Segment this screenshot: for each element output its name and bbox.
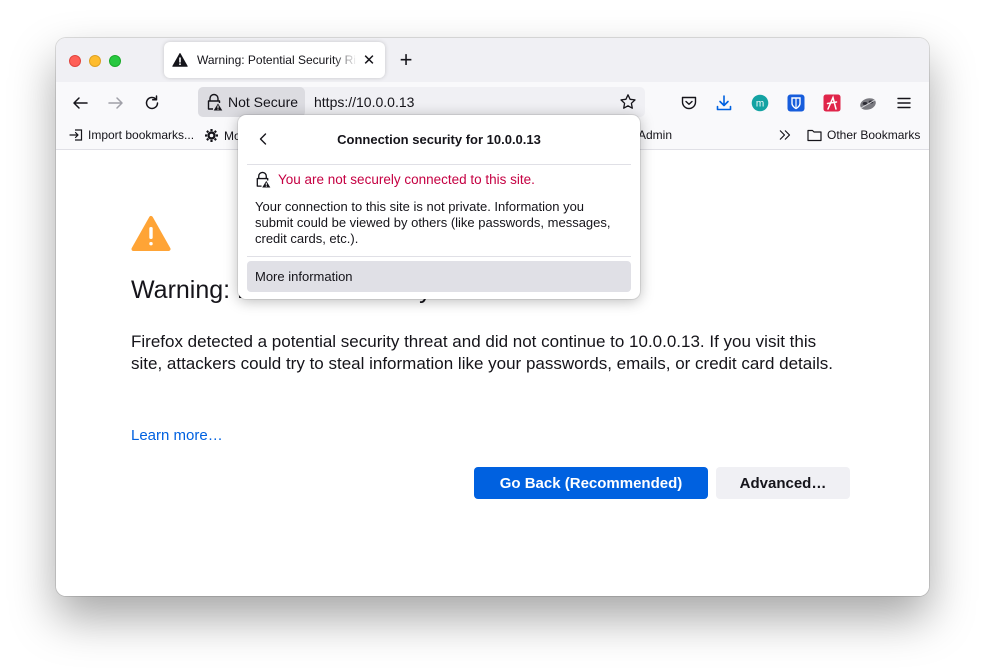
panel-header: Connection security for 10.0.0.13 xyxy=(238,115,640,164)
not-secure-label: Not Secure xyxy=(228,94,299,110)
star-icon[interactable] xyxy=(619,93,637,111)
plus-icon[interactable]: + xyxy=(396,49,416,71)
reload-icon[interactable] xyxy=(141,92,163,114)
chevron-double-right-icon[interactable] xyxy=(778,128,797,142)
url-text[interactable]: https://10.0.0.13 xyxy=(314,94,414,110)
warning-icon xyxy=(172,53,188,67)
page-description: Firefox detected a potential security th… xyxy=(131,332,834,373)
browser-window: Warning: Potential Security Risk Ahead ✕… xyxy=(56,38,929,596)
download-icon[interactable] xyxy=(714,93,734,113)
divider xyxy=(247,256,631,257)
folder-icon xyxy=(807,129,822,142)
zoom-window-button[interactable] xyxy=(109,55,121,67)
advanced-button[interactable]: Advanced… xyxy=(716,467,850,499)
extension-a-icon[interactable] xyxy=(822,93,842,113)
close-icon[interactable]: ✕ xyxy=(361,52,377,69)
tab-strip: Warning: Potential Security Risk Ahead ✕… xyxy=(56,38,929,82)
warning-icon xyxy=(131,216,171,251)
import-icon xyxy=(69,129,83,141)
bookmark-admin[interactable]: Admin xyxy=(638,128,672,142)
connection-status-text: You are not securely connected to this s… xyxy=(278,172,535,187)
insecure-lock-icon xyxy=(207,93,223,111)
bookmark-import[interactable]: Import bookmarks... xyxy=(69,128,194,142)
site-identity-button[interactable]: Not Secure xyxy=(198,87,305,117)
divider xyxy=(247,164,631,165)
extension-m-icon[interactable]: m xyxy=(750,93,770,113)
bookmark-label: Import bookmarks... xyxy=(88,128,195,142)
pocket-icon[interactable] xyxy=(679,93,699,113)
bookmark-label: Admin xyxy=(638,128,673,142)
panel-body-text: Your connection to this site is not priv… xyxy=(255,199,611,246)
menu-icon[interactable] xyxy=(894,93,914,113)
connection-security-panel: Connection security for 10.0.0.13 You ar… xyxy=(238,115,640,299)
insecure-lock-icon xyxy=(256,171,271,188)
panel-title: Connection security for 10.0.0.13 xyxy=(337,132,541,147)
go-back-button[interactable]: Go Back (Recommended) xyxy=(474,467,708,499)
url-bar[interactable]: Not Secure https://10.0.0.13 xyxy=(198,87,645,117)
tab-active[interactable]: Warning: Potential Security Risk Ahead ✕ xyxy=(164,42,385,78)
learn-more-link[interactable]: Learn more… xyxy=(131,427,223,444)
more-information-button[interactable]: More information xyxy=(247,261,631,292)
minimize-window-button[interactable] xyxy=(89,55,101,67)
arrow-right-icon[interactable] xyxy=(105,92,127,114)
connection-status: You are not securely connected to this s… xyxy=(254,171,535,188)
svg-text:m: m xyxy=(756,98,764,109)
bookmark-label: Other Bookmarks xyxy=(827,128,921,142)
gear-icon xyxy=(205,129,218,142)
bitwarden-icon[interactable] xyxy=(786,93,806,113)
arrow-left-icon[interactable] xyxy=(69,92,91,114)
extension-raccoon-icon[interactable] xyxy=(858,93,878,113)
close-window-button[interactable] xyxy=(69,55,81,67)
bookmark-mo[interactable]: Mo xyxy=(204,128,241,143)
bookmark-other-bookmarks[interactable]: Other Bookmarks xyxy=(807,128,920,142)
tab-title: Warning: Potential Security Risk Ahead xyxy=(197,53,357,67)
